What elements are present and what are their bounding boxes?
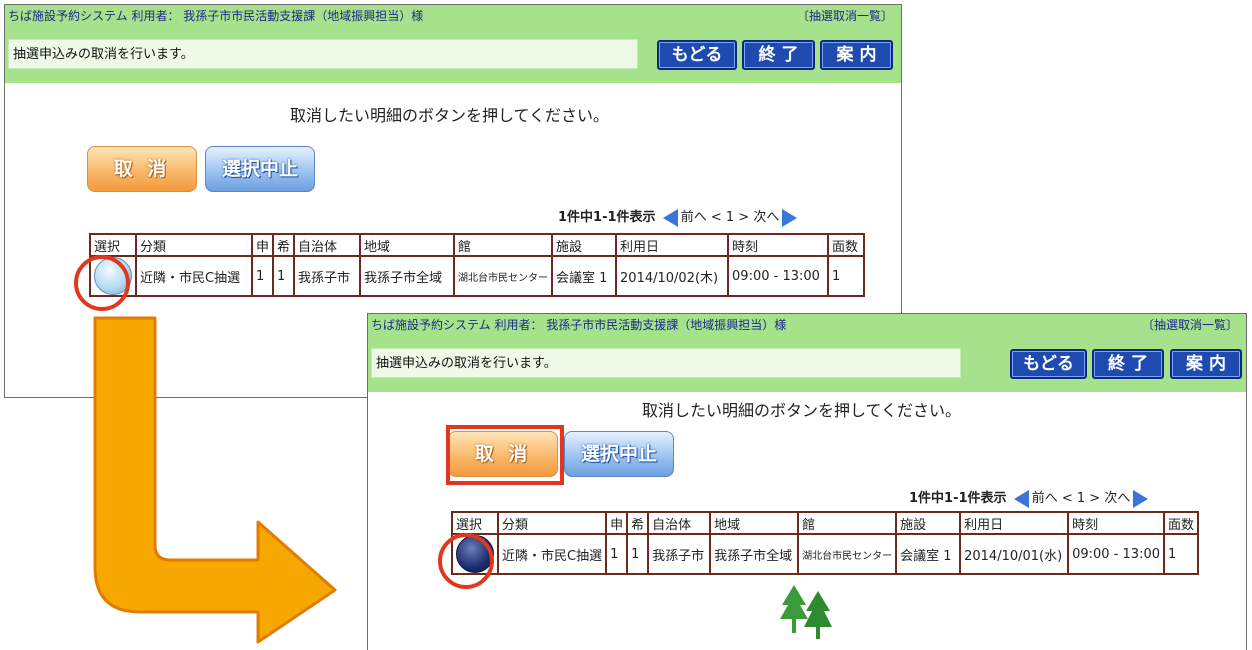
col-date: 利用日 [959, 511, 1070, 535]
system-title: ちば施設予約システム 利用者： 我孫子市市民活動支援課（地域振興担当）様 [371, 318, 787, 332]
cell-app: 1 [605, 533, 629, 575]
col-category: 分類 [496, 511, 608, 535]
col-area: 地域 [709, 511, 800, 535]
cell-count: 1 [1162, 533, 1200, 575]
result-count: 1件中1-1件表示 [909, 491, 1007, 506]
highlight-cancel-button [446, 425, 564, 485]
cell-facility: 会議室 1 [895, 533, 962, 575]
col-app: 申 [605, 511, 629, 535]
col-facility: 施設 [895, 511, 962, 535]
page-numbers[interactable]: < 1 > [1062, 491, 1100, 506]
highlight-select-circle-2 [438, 533, 494, 589]
stop-selection-button[interactable]: 選択中止 [564, 431, 674, 477]
message-bar: 抽選申込みの取消を行います。 もどる 終 了 案 内 [368, 334, 1246, 392]
prev-link[interactable]: 前へ [1032, 491, 1058, 506]
cell-hall: 湖北台市民センター [797, 533, 898, 575]
cell-category: 近隣・市民C抽選 [496, 533, 608, 575]
table-header-row: 選択 分類 申 希 自治体 地域 館 施設 利用日 時刻 面数 [451, 511, 1200, 535]
col-count: 面数 [1162, 511, 1200, 535]
message-box: 抽選申込みの取消を行います。 [371, 348, 961, 378]
results-table: 選択 分類 申 希 自治体 地域 館 施設 利用日 時刻 面数 近隣・市民C抽選… [451, 511, 1200, 575]
cell-pref: 1 [626, 533, 650, 575]
next-link[interactable]: 次へ [1104, 491, 1130, 506]
next-arrow-icon[interactable] [1133, 489, 1149, 508]
col-time: 時刻 [1067, 511, 1165, 535]
table-row: 近隣・市民C抽選 1 1 我孫子市 我孫子市全域 湖北台市民センター 会議室 1… [451, 533, 1200, 575]
screen-id-label: 〔抽選取消一覧〕 [1141, 318, 1238, 332]
exit-button[interactable]: 終 了 [1092, 349, 1164, 379]
trees-logo-icon [780, 585, 832, 639]
back-button[interactable]: もどる [1010, 349, 1087, 379]
instruction-text: 取消したい明細のボタンを押してください。 [642, 401, 962, 420]
col-municipality: 自治体 [647, 511, 712, 535]
prev-arrow-icon[interactable] [1013, 489, 1029, 508]
cell-time: 09:00 - 13:00 [1067, 533, 1165, 575]
title-bar: ちば施設予約システム 利用者： 我孫子市市民活動支援課（地域振興担当）様 〔抽選… [368, 314, 1246, 334]
col-select: 選択 [451, 511, 499, 535]
col-hall: 館 [797, 511, 898, 535]
guide-button[interactable]: 案 内 [1170, 349, 1242, 379]
pager: 1件中1-1件表示 前へ < 1 > 次へ [909, 487, 1151, 508]
cell-area: 我孫子市全域 [709, 533, 800, 575]
cell-municipality: 我孫子市 [647, 533, 712, 575]
col-pref: 希 [626, 511, 650, 535]
cell-date: 2014/10/01(水) [959, 533, 1070, 575]
